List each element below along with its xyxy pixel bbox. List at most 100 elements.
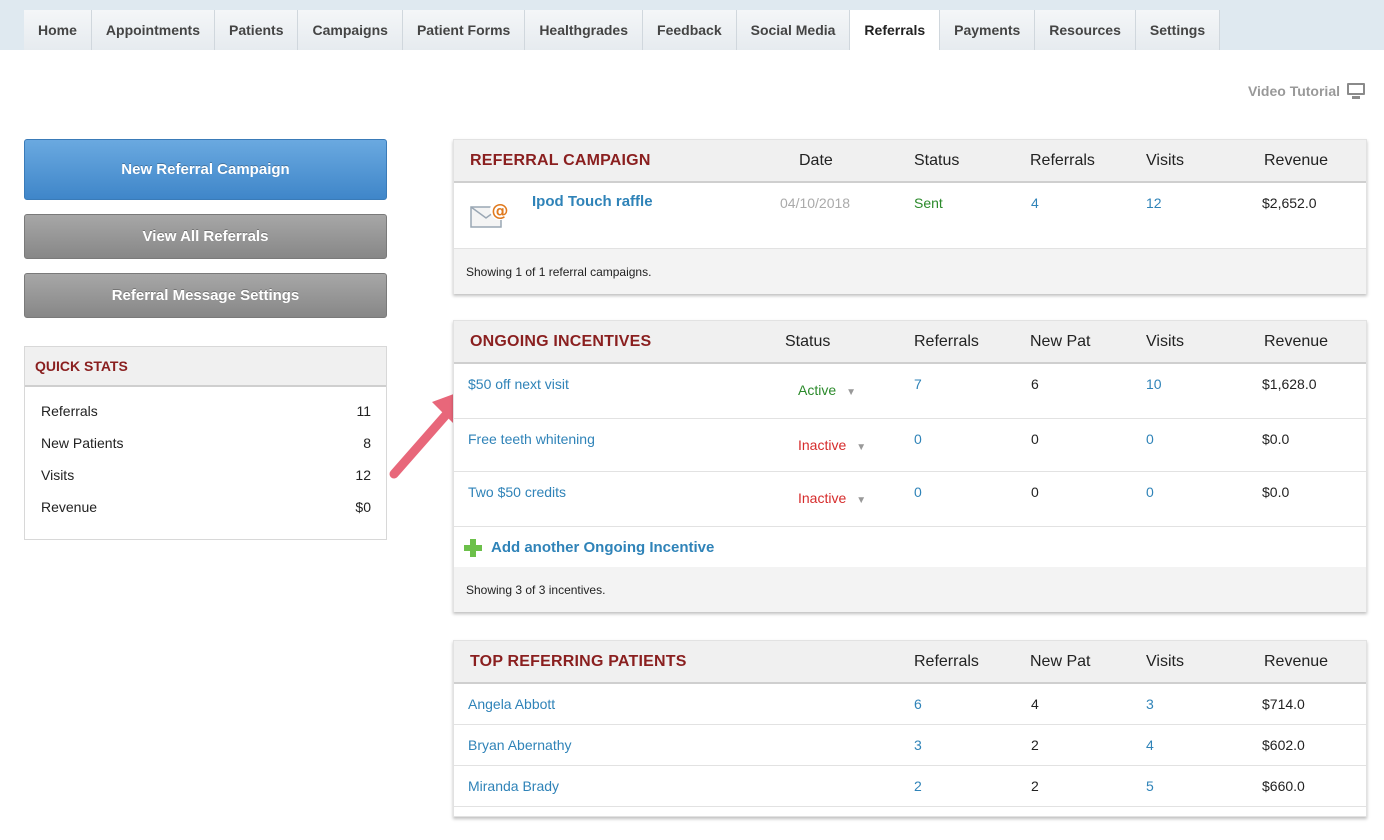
campaign-date: 04/10/2018 [780, 195, 851, 211]
tab-referrals[interactable]: Referrals [850, 10, 941, 50]
patient-referrals-link[interactable]: 6 [914, 696, 922, 712]
incentive-name-link[interactable]: $50 off next visit [468, 376, 569, 392]
table-row: @ Ipod Touch raffle 04/10/2018 Sent 4 12… [454, 183, 1366, 249]
patient-visits-link[interactable]: 4 [1146, 737, 1154, 753]
panel-title: ONGOING INCENTIVES [470, 333, 652, 350]
col-status: Status [785, 333, 831, 350]
status-dropdown[interactable]: Inactive ▼ [798, 490, 866, 506]
ongoing-incentives-panel: ONGOING INCENTIVES Status Referrals New … [453, 320, 1367, 612]
tab-settings[interactable]: Settings [1135, 10, 1221, 50]
referral-message-settings-button[interactable]: Referral Message Settings [24, 273, 387, 318]
patient-name-link[interactable]: Miranda Brady [468, 778, 559, 794]
plus-icon [464, 539, 482, 557]
quick-stat-value: $0 [355, 499, 371, 515]
patient-name-link[interactable]: Bryan Abernathy [468, 737, 572, 753]
col-visits: Visits [1146, 333, 1184, 350]
col-visits: Visits [1146, 152, 1184, 169]
table-row: Miranda Brady 2 2 5 $660.0 [454, 766, 1366, 807]
campaign-referrals-link[interactable]: 4 [1031, 195, 1039, 211]
col-referrals: Referrals [914, 333, 979, 350]
patient-visits-link[interactable]: 3 [1146, 696, 1154, 712]
quick-stats-title: QUICK STATS [25, 347, 386, 387]
incentive-visits-link[interactable]: 10 [1146, 376, 1162, 392]
incentive-referrals-link[interactable]: 7 [914, 376, 922, 392]
incentive-referrals-link[interactable]: 0 [914, 484, 922, 500]
add-ongoing-incentive-link[interactable]: Add another Ongoing Incentive [491, 539, 714, 556]
quick-stat-row: Referrals 11 [25, 395, 386, 427]
quick-stat-row: Visits 12 [25, 459, 386, 491]
col-visits: Visits [1146, 653, 1184, 670]
incentive-name-link[interactable]: Free teeth whitening [468, 431, 595, 447]
quick-stats-panel: QUICK STATS Referrals 11 New Patients 8 … [24, 346, 387, 540]
patient-referrals-link[interactable]: 2 [914, 778, 922, 794]
status-dropdown[interactable]: Inactive ▼ [798, 437, 866, 453]
campaign-visits-link[interactable]: 12 [1146, 195, 1162, 211]
view-all-referrals-button[interactable]: View All Referrals [24, 214, 387, 259]
tab-appointments[interactable]: Appointments [91, 10, 216, 50]
col-revenue: Revenue [1264, 653, 1329, 670]
campaign-status: Sent [914, 195, 943, 211]
col-new-pat: New Pat [1030, 333, 1091, 350]
chevron-down-icon: ▼ [856, 495, 867, 506]
incentive-visits-link[interactable]: 0 [1146, 431, 1154, 447]
quick-stat-label: Revenue [41, 499, 98, 515]
tab-feedback[interactable]: Feedback [643, 10, 737, 50]
quick-stat-value: 12 [355, 467, 371, 483]
patient-new-pat: 2 [1031, 737, 1039, 753]
video-tutorial-link[interactable]: Video Tutorial [1248, 82, 1366, 100]
email-campaign-icon: @ [470, 200, 510, 228]
table-row: Angela Abbott 6 4 3 $714.0 [454, 684, 1366, 725]
incentive-revenue: $0.0 [1262, 431, 1290, 447]
quick-stat-label: New Patients [41, 435, 124, 451]
patient-revenue: $602.0 [1262, 737, 1305, 753]
col-referrals: Referrals [1030, 152, 1095, 169]
patient-referrals-link[interactable]: 3 [914, 737, 922, 753]
quick-stat-label: Referrals [41, 403, 98, 419]
svg-text:@: @ [492, 201, 509, 221]
quick-stat-row: Revenue $0 [25, 491, 386, 523]
table-row: $50 off next visit Active ▼ 7 6 10 $1,628… [454, 364, 1366, 419]
incentive-name-link[interactable]: Two $50 credits [468, 484, 566, 500]
col-revenue: Revenue [1264, 333, 1329, 350]
ongoing-footer: Showing 3 of 3 incentives. [454, 567, 1366, 612]
nav-tabs: Home Appointments Patients Campaigns Pat… [24, 10, 1221, 50]
patient-revenue: $660.0 [1262, 778, 1305, 794]
patient-name-link[interactable]: Angela Abbott [468, 696, 555, 712]
tab-patients[interactable]: Patients [215, 10, 299, 50]
col-status: Status [914, 152, 960, 169]
tab-home[interactable]: Home [24, 10, 92, 50]
tab-social-media[interactable]: Social Media [736, 10, 851, 50]
tab-healthgrades[interactable]: Healthgrades [525, 10, 644, 50]
incentive-referrals-link[interactable]: 0 [914, 431, 922, 447]
quick-stat-value: 8 [363, 435, 371, 451]
patient-new-pat: 2 [1031, 778, 1039, 794]
tab-campaigns[interactable]: Campaigns [298, 10, 403, 50]
patient-visits-link[interactable]: 5 [1146, 778, 1154, 794]
incentive-new-pat: 0 [1031, 431, 1039, 447]
add-incentive-row: Add another Ongoing Incentive [454, 527, 1366, 567]
chevron-down-icon: ▼ [856, 442, 867, 453]
tab-resources[interactable]: Resources [1035, 10, 1136, 50]
status-label: Active [798, 382, 837, 398]
col-revenue: Revenue [1264, 152, 1329, 169]
tab-payments[interactable]: Payments [940, 10, 1036, 50]
quick-stat-label: Visits [41, 467, 75, 483]
col-referrals: Referrals [914, 653, 979, 670]
status-dropdown[interactable]: Active ▼ [798, 382, 856, 398]
table-row: Two $50 credits Inactive ▼ 0 0 0 $0.0 [454, 472, 1366, 527]
tab-patient-forms[interactable]: Patient Forms [402, 10, 526, 50]
incentive-visits-link[interactable]: 0 [1146, 484, 1154, 500]
patient-new-pat: 4 [1031, 696, 1039, 712]
table-row: Free teeth whitening Inactive ▼ 0 0 0 $0.… [454, 419, 1366, 472]
campaign-revenue: $2,652.0 [1262, 195, 1317, 211]
incentive-new-pat: 0 [1031, 484, 1039, 500]
campaign-name-link[interactable]: Ipod Touch raffle [532, 193, 653, 210]
new-referral-campaign-button[interactable]: New Referral Campaign [24, 139, 387, 200]
incentive-revenue: $0.0 [1262, 484, 1290, 500]
status-label: Inactive [798, 437, 847, 453]
top-referring-patients-panel: TOP REFERRING PATIENTS Referrals New Pat… [453, 640, 1367, 817]
ongoing-incentives-header: ONGOING INCENTIVES Status Referrals New … [454, 321, 1366, 364]
table-row: Bryan Abernathy 3 2 4 $602.0 [454, 725, 1366, 766]
col-new-pat: New Pat [1030, 653, 1091, 670]
campaign-footer: Showing 1 of 1 referral campaigns. [454, 249, 1366, 294]
